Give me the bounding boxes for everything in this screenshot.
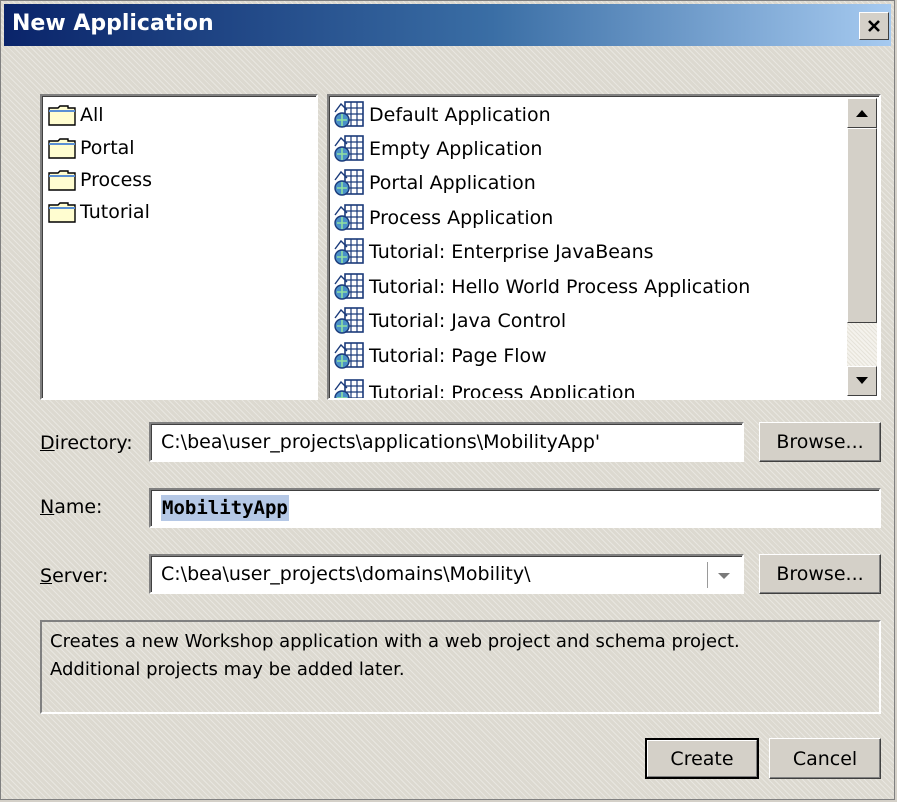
application-icon <box>334 307 364 334</box>
create-button[interactable]: Create <box>645 738 759 779</box>
scroll-up-button[interactable] <box>847 98 877 128</box>
application-icon <box>334 169 364 196</box>
window-title: New Application <box>12 11 214 36</box>
title-bar[interactable]: New Application <box>4 4 891 46</box>
template-label: Process Application <box>369 207 554 229</box>
application-icon <box>334 135 364 162</box>
description-line: Creates a new Workshop application with … <box>50 631 740 652</box>
category-item-portal[interactable]: Portal <box>48 133 135 163</box>
template-item[interactable]: Tutorial: Page Flow <box>333 341 547 371</box>
category-item-tutorial[interactable]: Tutorial <box>48 197 150 227</box>
category-label: All <box>80 104 104 126</box>
template-label: Tutorial: Enterprise JavaBeans <box>369 241 654 263</box>
template-list[interactable]: Default Application Empty Application Po… <box>327 94 881 400</box>
scroll-down-button[interactable] <box>847 366 877 396</box>
template-item[interactable]: Tutorial: Enterprise JavaBeans <box>333 237 654 267</box>
close-button[interactable] <box>859 12 889 40</box>
template-item[interactable]: Empty Application <box>333 134 542 164</box>
category-label: Tutorial <box>80 201 150 223</box>
name-field[interactable]: MobilityApp <box>149 488 881 528</box>
close-icon <box>868 20 880 32</box>
template-label: Empty Application <box>369 138 543 160</box>
category-label: Portal <box>80 137 135 159</box>
template-label: Default Application <box>369 104 551 126</box>
application-icon <box>334 273 364 300</box>
directory-label: Directory: <box>40 432 133 454</box>
arrow-down-icon <box>856 377 868 384</box>
application-icon <box>334 379 364 398</box>
server-combobox[interactable]: C:\bea\user_projects\domains\Mobility\ <box>149 554 744 594</box>
folder-icon <box>48 170 76 191</box>
server-label: Server: <box>40 565 109 587</box>
template-label: Tutorial: Hello World Process Applicatio… <box>369 276 751 298</box>
folder-icon <box>48 202 76 223</box>
template-label: Tutorial: Java Control <box>369 310 567 332</box>
application-icon <box>334 342 364 369</box>
server-dropdown-button[interactable] <box>712 564 736 588</box>
template-item[interactable]: Portal Application <box>333 168 536 198</box>
template-item[interactable]: Tutorial: Java Control <box>333 306 566 336</box>
template-item[interactable]: Tutorial: Process Application <box>333 378 636 400</box>
category-item-process[interactable]: Process <box>48 165 152 195</box>
name-label: Name: <box>40 496 103 518</box>
description-line: Additional projects may be added later. <box>50 659 405 680</box>
folder-icon <box>48 138 76 159</box>
description-box: Creates a new Workshop application with … <box>40 620 881 714</box>
template-scrollbar[interactable] <box>847 98 877 396</box>
template-label: Portal Application <box>369 172 536 194</box>
application-icon <box>334 101 364 128</box>
directory-field[interactable]: C:\bea\user_projects\applications\Mobili… <box>149 422 744 462</box>
template-item[interactable]: Tutorial: Hello World Process Applicatio… <box>333 272 750 302</box>
name-value: MobilityApp <box>161 495 289 521</box>
directory-browse-button[interactable]: Browse... <box>759 422 881 462</box>
scroll-thumb[interactable] <box>847 128 877 323</box>
category-list[interactable]: All Portal Process Tutorial <box>40 94 318 400</box>
arrow-up-icon <box>856 110 868 117</box>
chevron-down-icon <box>718 573 730 579</box>
cancel-button[interactable]: Cancel <box>769 738 881 779</box>
category-label: Process <box>80 169 153 191</box>
new-application-dialog: New Application All Portal Process Tutor… <box>0 0 895 800</box>
application-icon <box>334 238 364 265</box>
template-label: Tutorial: Page Flow <box>369 345 547 367</box>
application-icon <box>334 204 364 231</box>
server-browse-button[interactable]: Browse... <box>759 554 881 594</box>
template-label: Tutorial: Process Application <box>369 382 636 400</box>
combo-divider <box>707 562 708 588</box>
template-item[interactable]: Default Application <box>333 100 551 130</box>
category-item-all[interactable]: All <box>48 100 104 130</box>
folder-icon <box>48 105 76 126</box>
directory-value: C:\bea\user_projects\applications\Mobili… <box>161 431 601 453</box>
server-value: C:\bea\user_projects\domains\Mobility\ <box>161 563 531 585</box>
template-item[interactable]: Process Application <box>333 203 553 233</box>
